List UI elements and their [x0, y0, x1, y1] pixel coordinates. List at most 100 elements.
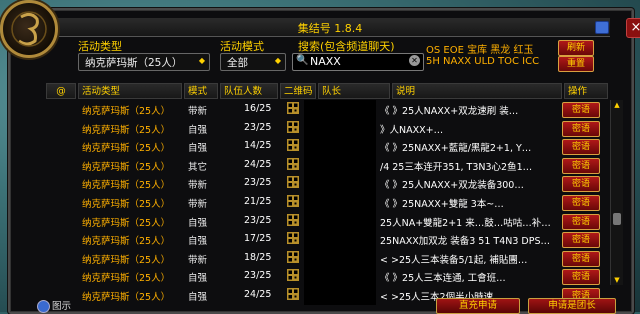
- scroll-up-icon[interactable]: ▲: [611, 100, 623, 110]
- row-description: 25NAXX加双龙 装备3 51 T4N3 DPS…: [380, 236, 550, 248]
- row-activity: 纳克萨玛斯（25人）: [82, 236, 171, 248]
- title-bar[interactable]: 集结号 1.8.4 ×: [50, 18, 640, 38]
- qr-code-icon[interactable]: [287, 269, 299, 282]
- qr-code-icon[interactable]: [287, 195, 299, 207]
- whisper-button[interactable]: 密语: [562, 213, 600, 230]
- table-row[interactable]: 纳克萨玛斯（25人） 带新 21/25 《 》25NAXX+雙龍 3本~… 密语: [46, 193, 602, 212]
- whisper-button[interactable]: 密语: [562, 269, 600, 286]
- clear-search-icon[interactable]: ✕: [409, 55, 420, 66]
- row-mode: 其它: [188, 161, 208, 173]
- row-size-value: 23/25: [244, 270, 272, 282]
- minimap-icon[interactable]: [595, 21, 609, 34]
- table-row[interactable]: 纳克萨玛斯（25人） 自强 23/25 》人NAXX+… 密语: [46, 118, 602, 138]
- search-value: NAXX: [310, 55, 341, 68]
- whisper-button[interactable]: 密语: [562, 176, 600, 193]
- row-activity: 纳克萨玛斯（25人）: [82, 161, 171, 173]
- mode-dropdown[interactable]: 全部 ◆: [220, 53, 286, 71]
- column-mode[interactable]: 模式: [184, 83, 218, 99]
- row-description: 《 》25人NAXX+双龙速刷 装…: [380, 106, 519, 117]
- row-activity: 纳克萨玛斯（25人）: [82, 143, 171, 155]
- row-leader-redacted: [304, 100, 376, 119]
- quick-tags-line-1[interactable]: OS EOE 宝库 黑龙 红玉: [426, 41, 533, 56]
- column-leader[interactable]: 队长: [318, 83, 390, 99]
- row-size: 23/25: [244, 177, 284, 188]
- row-mode: 带新: [188, 254, 208, 266]
- activity-type-label: 活动类型: [78, 40, 122, 53]
- row-size: 24/25: [244, 289, 284, 300]
- chevron-down-icon: ◆: [198, 56, 206, 65]
- scroll-thumb[interactable]: [613, 213, 621, 225]
- qr-code-icon[interactable]: [287, 232, 299, 245]
- column-desc[interactable]: 说明: [392, 83, 562, 99]
- row-size: 16/25: [244, 103, 284, 114]
- row-leader-redacted: [304, 174, 376, 194]
- search-label: 搜索(包含频道聊天): [298, 40, 395, 53]
- reset-button[interactable]: 重置: [558, 56, 594, 72]
- table-row[interactable]: 纳克萨玛斯（25人） 带新 16/25 《 》25人NAXX+双龙速刷 装… 密语: [46, 100, 602, 119]
- whisper-button[interactable]: 密语: [562, 102, 600, 118]
- row-mode: 自强: [188, 217, 208, 229]
- table-row[interactable]: 纳克萨玛斯（25人） 自强 17/25 25NAXX加双龙 装备3 51 T4N3 D…: [46, 230, 602, 250]
- quick-tags-line-2[interactable]: 5H NAXX ULD TOC ICC: [426, 56, 539, 67]
- activity-type-dropdown[interactable]: 纳克萨玛斯（25人） ◆: [78, 53, 210, 71]
- whisper-button[interactable]: 密语: [562, 250, 600, 267]
- addon-logo: [0, 0, 58, 58]
- qr-code-icon[interactable]: [287, 213, 299, 226]
- legend[interactable]: 图示: [37, 298, 71, 313]
- legend-icon: [37, 300, 50, 313]
- row-size-value: 17/25: [244, 233, 272, 245]
- whisper-button[interactable]: 密语: [562, 139, 600, 156]
- row-leader-redacted: [304, 155, 376, 175]
- row-description: 》人NAXX+…: [380, 124, 444, 136]
- row-activity: 纳克萨玛斯（25人）: [82, 124, 171, 136]
- whisper-button[interactable]: 密语: [562, 120, 600, 137]
- row-leader-redacted: [304, 267, 376, 287]
- row-description: 25人NA+雙龍2+1 来…鼓…咕咕…补…: [380, 217, 550, 229]
- qr-code-icon[interactable]: [287, 139, 299, 152]
- table-row[interactable]: 纳克萨玛斯（25人） 其它 24/25/4 25三本连开351, T3N3心2鱼1……: [46, 155, 602, 175]
- column-size[interactable]: 队伍人数: [220, 83, 278, 99]
- search-icon: 🔍: [296, 55, 309, 66]
- qr-code-icon[interactable]: [287, 120, 299, 133]
- column-at[interactable]: @: [46, 83, 76, 99]
- row-description: /4 25三本连开351, T3N3心2鱼1…: [380, 161, 533, 173]
- qr-code-icon[interactable]: [287, 176, 299, 189]
- row-size: 17/25: [244, 233, 284, 244]
- column-ops[interactable]: 操作: [564, 83, 608, 99]
- table-row[interactable]: 纳克萨玛斯（25人） 带新 23/25 《 》25人NAXX+双龙装备300… 密语: [46, 174, 602, 194]
- close-button[interactable]: ×: [626, 18, 640, 38]
- scroll-down-icon[interactable]: ▼: [611, 275, 623, 285]
- qr-code-icon[interactable]: [287, 102, 299, 114]
- row-activity: 纳克萨玛斯（25人）: [82, 273, 171, 285]
- whisper-button[interactable]: 密语: [562, 232, 600, 249]
- qr-code-icon[interactable]: [287, 157, 299, 170]
- row-size: 14/25: [244, 140, 284, 151]
- qr-code-icon[interactable]: [287, 288, 299, 300]
- table-row[interactable]: 纳克萨玛斯（25人） 自强 23/25 25人NA+雙龍2+1 来…鼓…咕咕…补… 密语: [46, 211, 602, 231]
- table-row[interactable]: 纳克萨玛斯（25人） 带新 18/25 < >25人三本装备5/1起, 補貼團… 密语: [46, 248, 602, 268]
- search-input[interactable]: 🔍 NAXX ✕: [292, 53, 424, 71]
- row-mode: 带新: [188, 199, 208, 210]
- whisper-button[interactable]: 密语: [562, 157, 600, 174]
- column-qr[interactable]: 二维码: [280, 83, 316, 99]
- row-description: < >25人三本装备5/1起, 補貼團…: [380, 254, 528, 266]
- row-size-value: 14/25: [244, 140, 272, 152]
- row-leader-redacted: [304, 248, 376, 268]
- table-row[interactable]: 纳克萨玛斯（25人） 自强 23/25 《 》25人三本连通, 工會班… 密语: [46, 267, 602, 287]
- row-size-value: 23/25: [244, 121, 272, 133]
- qr-code-icon[interactable]: [287, 250, 299, 263]
- row-leader-redacted: [304, 137, 376, 157]
- row-size-value: 24/25: [244, 158, 272, 170]
- refresh-button[interactable]: 刷新: [558, 40, 594, 56]
- row-mode: 自强: [188, 292, 208, 303]
- activity-type-value: 纳克萨玛斯（25人）: [85, 57, 183, 69]
- row-size-value: 23/25: [244, 177, 272, 189]
- table-row[interactable]: 纳克萨玛斯（25人） 自强 14/25 《 》25NAXX+藍龍/黑龍2+1, Y… 密…: [46, 137, 602, 157]
- row-activity: 纳克萨玛斯（25人）: [82, 199, 171, 210]
- scrollbar[interactable]: ▲ ▼: [610, 100, 623, 285]
- row-mode: 自强: [188, 143, 208, 155]
- row-leader-redacted: [304, 211, 376, 231]
- whisper-button[interactable]: 密语: [562, 195, 600, 211]
- row-size: 21/25: [244, 196, 284, 207]
- column-activity[interactable]: 活动类型: [78, 83, 182, 99]
